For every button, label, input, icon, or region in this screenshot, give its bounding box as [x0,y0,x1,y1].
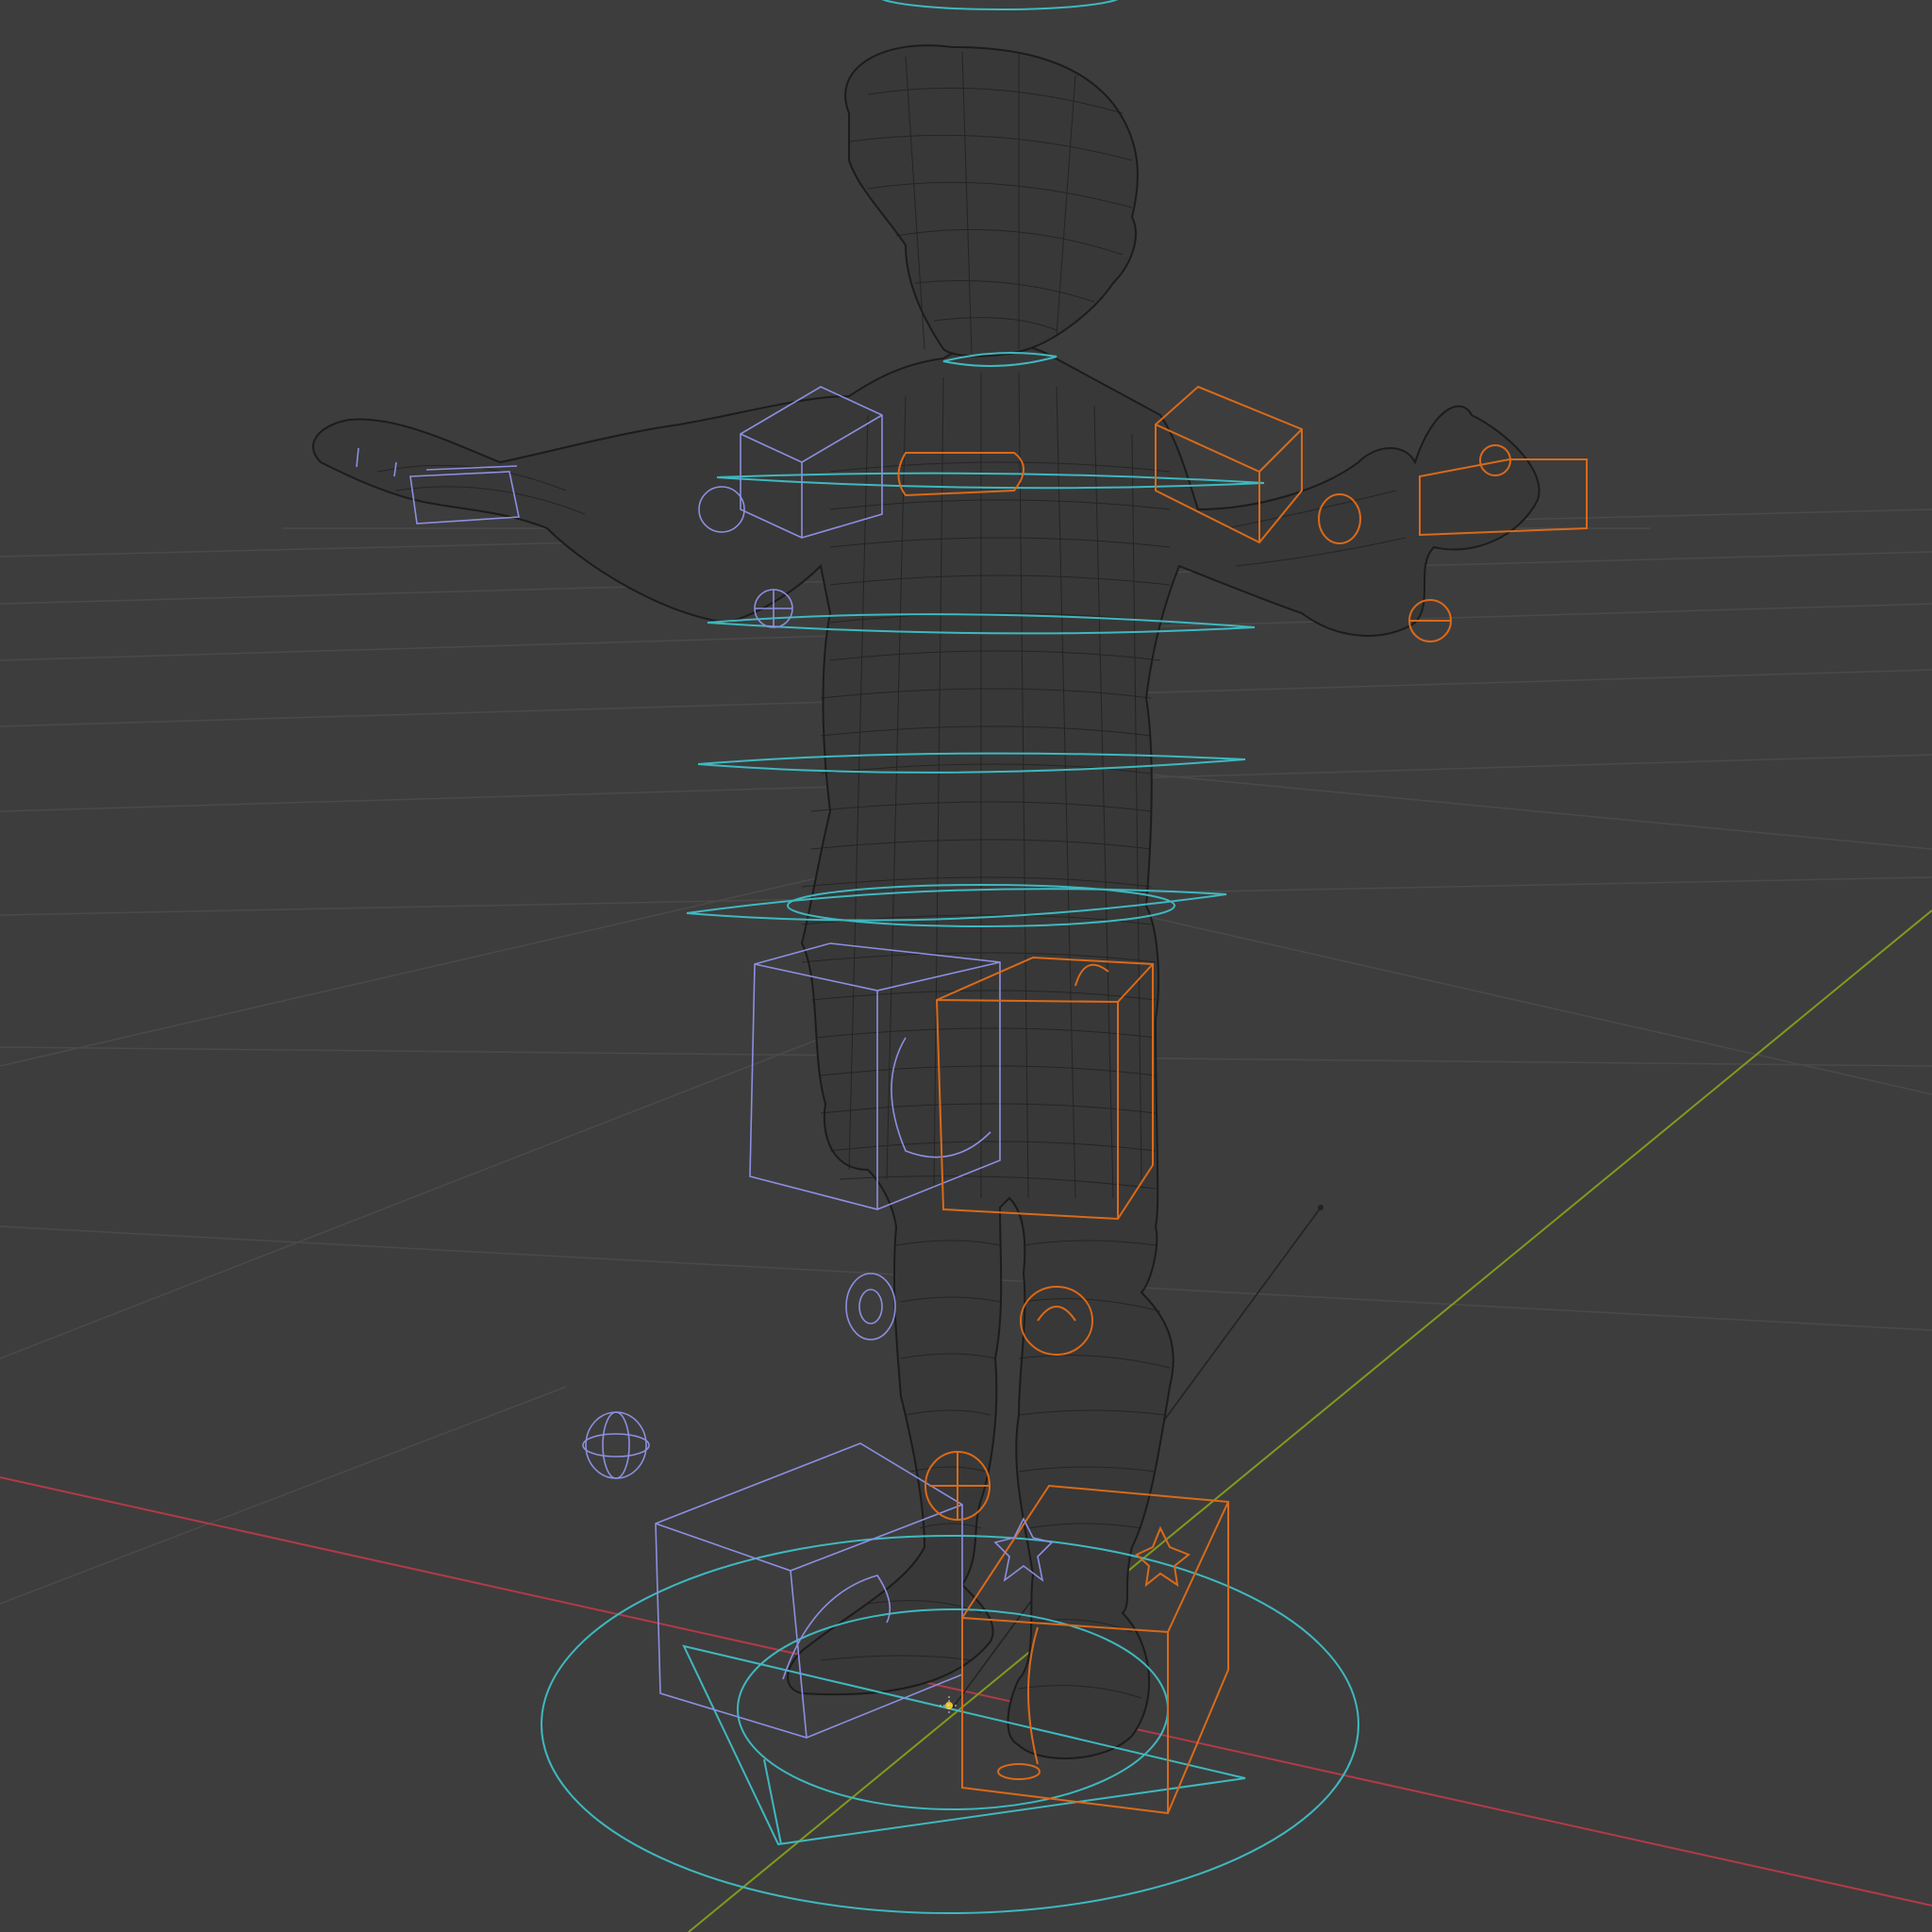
root-direction-arrow[interactable] [682,1644,1246,1846]
left-foot-pole-icon[interactable] [582,1411,650,1479]
viewport-canvas[interactable] [0,0,1932,1932]
3d-viewport[interactable] [0,0,1932,1932]
light-icon[interactable] [1318,1205,1324,1210]
left-knee-pole[interactable] [845,1273,896,1341]
head-top-control[interactable] [877,0,1123,10]
character-mesh[interactable] [311,44,1541,1759]
